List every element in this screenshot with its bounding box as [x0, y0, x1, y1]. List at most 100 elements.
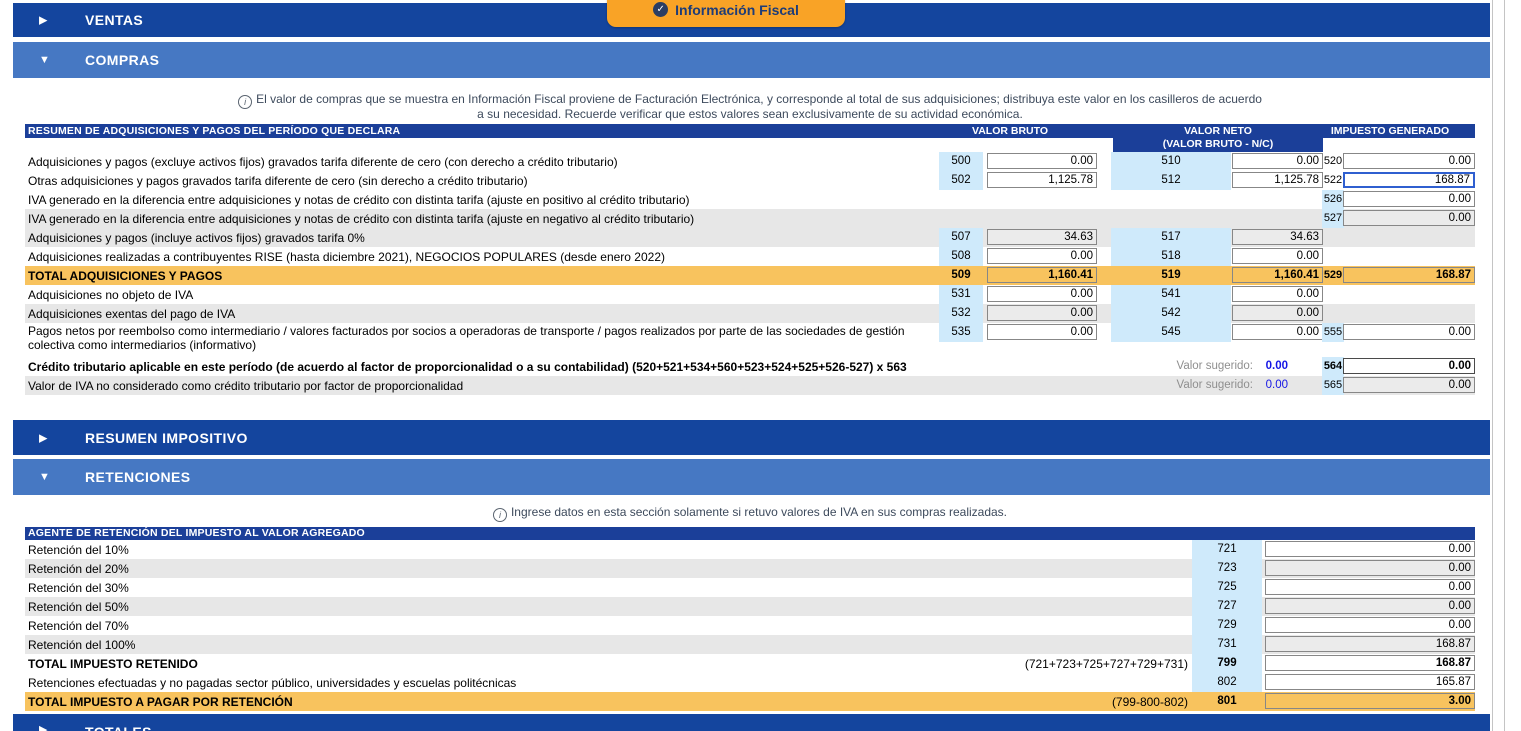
field-729[interactable]	[1265, 617, 1475, 633]
field-535[interactable]	[987, 324, 1097, 340]
code-799: 799	[1192, 654, 1262, 673]
section-header-retenciones[interactable]: ▼ RETENCIONES	[13, 459, 1490, 495]
field-802[interactable]	[1265, 674, 1475, 690]
field-512[interactable]	[1232, 172, 1323, 188]
field-518[interactable]	[1232, 248, 1323, 264]
row-label: Retenciones efectuadas y no pagadas sect…	[28, 676, 516, 690]
section-label: TOTALES	[85, 724, 152, 731]
row-label: IVA generado en la diferencia entre adqu…	[28, 193, 690, 207]
section-header-totales[interactable]: ▶ TOTALES	[13, 714, 1490, 731]
field-509	[987, 267, 1097, 283]
code-729: 729	[1192, 616, 1262, 635]
section-label: RETENCIONES	[85, 469, 191, 485]
field-532	[987, 305, 1097, 321]
code-565: 565	[1322, 376, 1344, 395]
section-label: COMPRAS	[85, 52, 159, 68]
info-icon: i	[493, 508, 507, 522]
code-801: 801	[1192, 692, 1262, 711]
valor-sugerido-value: 0.00	[1257, 379, 1288, 391]
field-502[interactable]	[987, 172, 1097, 188]
code-731: 731	[1192, 635, 1262, 654]
formula-801: (799-800-802)	[925, 695, 1188, 709]
table-row-564: Crédito tributario aplicable en este per…	[25, 357, 1475, 376]
code-507: 507	[939, 228, 983, 247]
table-row-502: Otras adquisiciones y pagos gravados tar…	[25, 171, 1475, 190]
field-721[interactable]	[1265, 541, 1475, 557]
code-510: 510	[1111, 152, 1231, 171]
field-519	[1232, 267, 1323, 283]
table-row-565: Valor de IVA no considerado como crédito…	[25, 376, 1475, 395]
table-row-500: Adquisiciones y pagos (excluye activos f…	[25, 152, 1475, 171]
retenciones-table-header: AGENTE DE RETENCIÓN DEL IMPUESTO AL VALO…	[25, 527, 1475, 540]
row-label: Retención del 30%	[28, 581, 129, 595]
informacion-fiscal-label: Información Fiscal	[675, 2, 799, 18]
field-565	[1343, 377, 1475, 393]
row-label: Retención del 10%	[28, 543, 129, 557]
table-row-725: Retención del 30% 725	[25, 578, 1475, 597]
code-541: 541	[1111, 285, 1231, 304]
code-802: 802	[1192, 673, 1262, 692]
compras-info-line2: a su necesidad. Recuerde verificar que e…	[25, 107, 1475, 121]
code-723: 723	[1192, 559, 1262, 578]
valor-sugerido-value: 0.00	[1257, 360, 1288, 372]
field-522-focused[interactable]	[1343, 172, 1475, 188]
row-label: Retención del 20%	[28, 562, 129, 576]
field-508[interactable]	[987, 248, 1097, 264]
col-valor-neto-sub: (VALOR BRUTO - N/C)	[1113, 138, 1323, 152]
compras-table: RESUMEN DE ADQUISICIONES Y PAGOS DEL PER…	[25, 124, 1475, 396]
informacion-fiscal-button[interactable]: ✓ Información Fiscal	[607, 0, 845, 27]
field-725[interactable]	[1265, 579, 1475, 595]
table-row-526: IVA generado en la diferencia entre adqu…	[25, 190, 1475, 209]
row-label: Retención del 70%	[28, 619, 129, 633]
valor-sugerido-label: Valor sugerido:	[1025, 360, 1253, 372]
table-row-total-509: TOTAL ADQUISICIONES Y PAGOS 509 519 529	[25, 266, 1475, 285]
field-545[interactable]	[1232, 324, 1323, 340]
section-label: VENTAS	[85, 12, 143, 28]
field-531[interactable]	[987, 286, 1097, 302]
col-valor-neto: VALOR NETO	[1113, 125, 1323, 137]
table-row-532: Adquisiciones exentas del pago de IVA 53…	[25, 304, 1475, 323]
field-541[interactable]	[1232, 286, 1323, 302]
row-label: Valor de IVA no considerado como crédito…	[28, 379, 463, 393]
table-row-total-799: TOTAL IMPUESTO RETENIDO (721+723+725+727…	[25, 654, 1475, 673]
section-header-compras[interactable]: ▼ COMPRAS	[13, 42, 1490, 78]
retenciones-info: iIngrese datos en esta sección solamente…	[25, 505, 1475, 522]
field-500[interactable]	[987, 153, 1097, 169]
arrow-right-icon: ▶	[39, 14, 47, 27]
code-500: 500	[939, 152, 983, 171]
arrow-right-icon: ▶	[39, 431, 47, 444]
field-542	[1232, 305, 1323, 321]
code-532: 532	[939, 304, 983, 323]
code-725: 725	[1192, 578, 1262, 597]
field-520[interactable]	[1343, 153, 1475, 169]
row-label: Adquisiciones y pagos (excluye activos f…	[28, 155, 618, 169]
code-520: 520	[1322, 152, 1344, 171]
code-542: 542	[1111, 304, 1231, 323]
code-517: 517	[1111, 228, 1231, 247]
field-723	[1265, 560, 1475, 576]
field-510[interactable]	[1232, 153, 1323, 169]
field-526[interactable]	[1343, 191, 1475, 207]
retenciones-table-title: AGENTE DE RETENCIÓN DEL IMPUESTO AL VALO…	[28, 527, 365, 539]
code-727: 727	[1192, 597, 1262, 616]
table-row-531: Adquisiciones no objeto de IVA 531 541	[25, 285, 1475, 304]
field-564[interactable]	[1343, 358, 1475, 374]
code-529: 529	[1322, 266, 1344, 285]
table-row-721: Retención del 10% 721	[25, 540, 1475, 559]
code-508: 508	[939, 247, 983, 266]
code-519: 519	[1111, 266, 1231, 285]
code-518: 518	[1111, 247, 1231, 266]
section-label: RESUMEN IMPOSITIVO	[85, 430, 248, 446]
table-row-727: Retención del 50% 727	[25, 597, 1475, 616]
code-535: 535	[939, 323, 983, 342]
scrollbar-track-line	[1492, 0, 1493, 731]
field-529	[1343, 267, 1475, 283]
code-512: 512	[1111, 171, 1231, 190]
section-header-resumen-impositivo[interactable]: ▶ RESUMEN IMPOSITIVO	[13, 420, 1490, 455]
declaration-form-page: ▶ VENTAS ✓ Información Fiscal ▼ COMPRAS …	[0, 0, 1521, 731]
row-label: IVA generado en la diferencia entre adqu…	[28, 212, 694, 226]
compras-table-title: RESUMEN DE ADQUISICIONES Y PAGOS DEL PER…	[28, 125, 400, 137]
field-555[interactable]	[1343, 324, 1475, 340]
col-valor-bruto: VALOR BRUTO	[915, 125, 1105, 137]
field-801	[1265, 693, 1475, 709]
